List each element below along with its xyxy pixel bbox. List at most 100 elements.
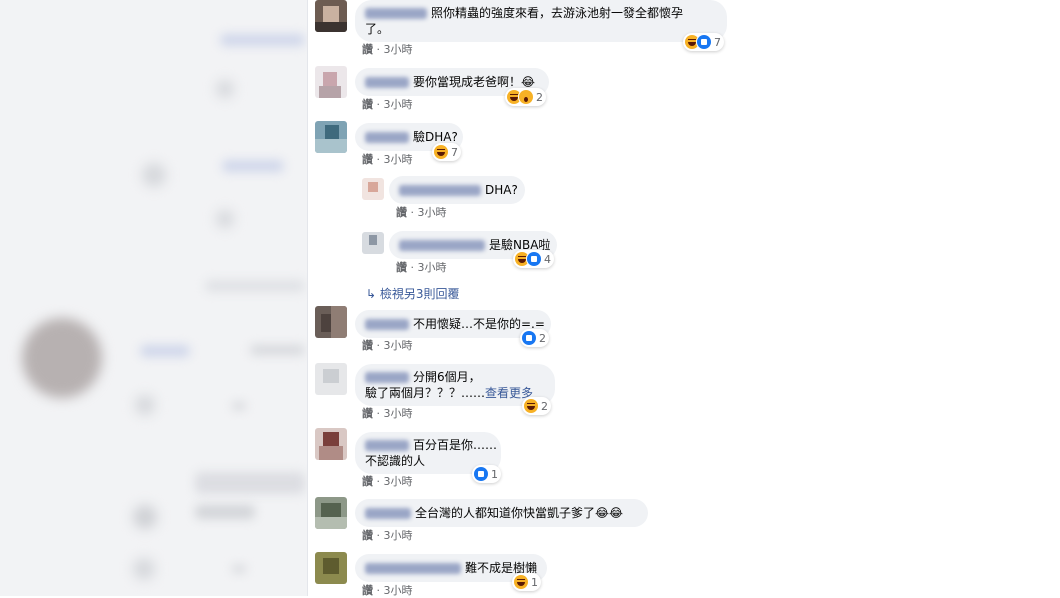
author-name[interactable]	[365, 77, 409, 88]
reaction-count: 7	[714, 35, 721, 49]
blurred-text	[222, 160, 284, 172]
reaction-count: 1	[491, 467, 498, 481]
like-link[interactable]: 讚	[362, 529, 373, 542]
timestamp[interactable]: 3小時	[384, 529, 413, 542]
timestamp[interactable]: 3小時	[384, 153, 413, 166]
blurred-icon	[135, 395, 155, 415]
comment-actions: 讚 · 3小時	[362, 475, 413, 488]
comment-text: 照你精蟲的強度來看，去游泳池射一發全都懷孕	[431, 6, 684, 20]
blurred-text	[195, 472, 305, 494]
blurred-text	[220, 34, 305, 46]
blurred-icon	[142, 163, 166, 187]
haha-icon	[434, 145, 448, 159]
like-icon	[527, 252, 541, 266]
reply-actions: 讚 · 3小時	[396, 261, 447, 274]
like-link[interactable]: 讚	[362, 407, 373, 420]
reply-text: DHA?	[485, 183, 518, 197]
blurred-text	[140, 345, 190, 357]
reply-actions: 讚 · 3小時	[396, 206, 447, 219]
wow-icon	[519, 90, 533, 104]
author-name[interactable]	[399, 185, 481, 196]
avatar[interactable]	[362, 178, 384, 200]
comment-actions: 讚 · 3小時	[362, 339, 413, 352]
reaction-summary[interactable]: 7	[683, 33, 724, 51]
blurred-text	[232, 402, 246, 410]
author-name[interactable]	[399, 240, 485, 251]
reaction-summary[interactable]: 4	[513, 250, 554, 268]
reaction-summary[interactable]: 7	[432, 143, 461, 161]
blurred-text	[205, 280, 305, 292]
blurred-avatar	[22, 318, 102, 398]
timestamp[interactable]: 3小時	[384, 407, 413, 420]
like-link[interactable]: 讚	[362, 98, 373, 111]
background-feed-pane	[0, 0, 308, 596]
avatar[interactable]	[315, 497, 347, 529]
comment-actions: 讚 · 3小時	[362, 407, 413, 420]
reaction-count: 2	[541, 399, 548, 413]
timestamp[interactable]: 3小時	[384, 339, 413, 352]
like-icon	[474, 467, 488, 481]
author-name[interactable]	[365, 8, 427, 19]
avatar[interactable]	[315, 363, 347, 395]
comment-bubble: 照你精蟲的強度來看，去游泳池射一發全都懷孕 了。	[355, 0, 727, 42]
reaction-summary[interactable]: 1	[512, 573, 541, 591]
reaction-summary[interactable]: 2	[522, 397, 551, 415]
pane-divider	[307, 0, 308, 596]
like-link[interactable]: 讚	[362, 475, 373, 488]
comment-text: 百分百是你……	[413, 438, 498, 452]
avatar[interactable]	[315, 428, 347, 460]
like-link[interactable]: 讚	[396, 206, 407, 219]
blurred-icon	[133, 558, 155, 580]
timestamp[interactable]: 3小時	[384, 98, 413, 111]
like-icon	[697, 35, 711, 49]
avatar[interactable]	[315, 66, 347, 98]
comment-text: 要你當現成老爸啊！😂	[413, 75, 536, 89]
avatar[interactable]	[315, 121, 347, 153]
comment-actions: 讚 · 3小時	[362, 98, 413, 111]
comment-text-line2: 驗了兩個月？？？……	[365, 386, 486, 400]
reply-bubble: DHA?	[389, 176, 525, 204]
blurred-icon	[216, 210, 234, 228]
comment-actions: 讚 · 3小時	[362, 153, 413, 166]
reaction-summary[interactable]: 2	[520, 329, 549, 347]
timestamp[interactable]: 3小時	[418, 261, 447, 274]
avatar[interactable]	[362, 232, 384, 254]
author-name[interactable]	[365, 440, 409, 451]
like-link[interactable]: 讚	[362, 153, 373, 166]
comment-text-line2: 不認識的人	[365, 454, 426, 468]
like-link[interactable]: 讚	[362, 43, 373, 56]
blurred-text	[232, 565, 246, 573]
haha-icon	[514, 575, 528, 589]
comment-text: 全台灣的人都知道你快當凱子爹了😂😂	[415, 506, 624, 520]
timestamp[interactable]: 3小時	[384, 475, 413, 488]
reaction-count: 2	[536, 90, 543, 104]
blurred-text	[250, 345, 305, 355]
timestamp[interactable]: 3小時	[384, 584, 413, 597]
like-link[interactable]: 讚	[362, 584, 373, 597]
author-name[interactable]	[365, 132, 409, 143]
reaction-summary[interactable]: 2	[505, 88, 546, 106]
blurred-text	[195, 505, 255, 519]
comment-actions: 讚 · 3小時	[362, 529, 413, 542]
blurred-icon	[216, 80, 234, 98]
reaction-count: 4	[544, 252, 551, 266]
reaction-count: 2	[539, 331, 546, 345]
timestamp[interactable]: 3小時	[418, 206, 447, 219]
avatar[interactable]	[315, 306, 347, 338]
reaction-count: 1	[531, 575, 538, 589]
like-icon	[522, 331, 536, 345]
author-name[interactable]	[365, 508, 411, 519]
comment-actions: 讚 · 3小時	[362, 43, 413, 56]
avatar[interactable]	[315, 552, 347, 584]
reaction-summary[interactable]: 1	[472, 465, 501, 483]
author-name[interactable]	[365, 563, 461, 574]
author-name[interactable]	[365, 372, 409, 383]
timestamp[interactable]: 3小時	[384, 43, 413, 56]
view-more-replies-link[interactable]: ↳ 檢視另3則回覆	[366, 285, 460, 302]
avatar[interactable]	[315, 0, 347, 32]
author-name[interactable]	[365, 319, 409, 330]
comment-text: 驗DHA?	[413, 130, 458, 144]
like-link[interactable]: 讚	[362, 339, 373, 352]
blurred-icon	[133, 505, 157, 529]
like-link[interactable]: 讚	[396, 261, 407, 274]
